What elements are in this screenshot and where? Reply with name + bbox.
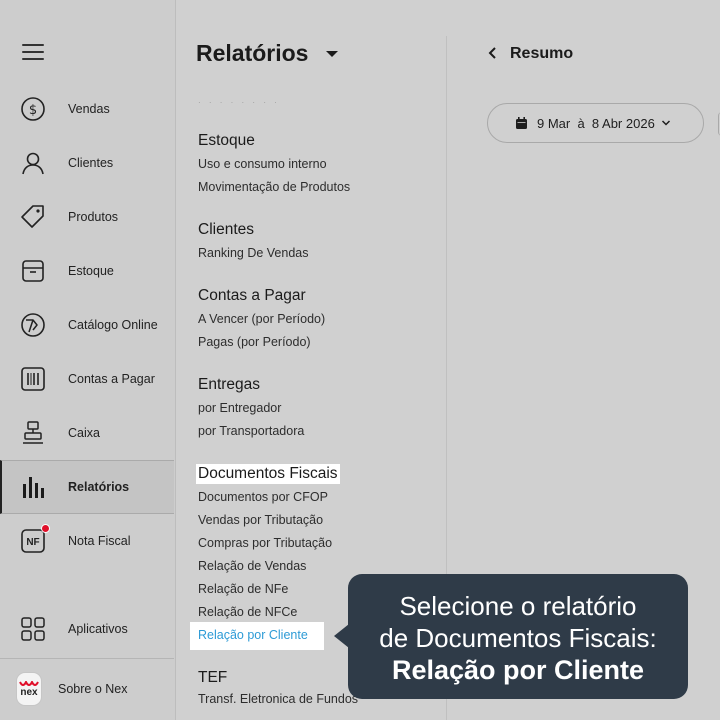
instruction-callout: Selecione o relatório de Documentos Fisc… (348, 574, 688, 699)
report-link[interactable]: Ranking De Vendas (198, 246, 309, 260)
sidebar-item-catalogo[interactable]: Catálogo Online (0, 298, 174, 352)
logo-wave-icon (19, 680, 39, 686)
sidebar-item-label: Vendas (68, 102, 110, 116)
sidebar-item-label: Produtos (68, 210, 119, 224)
sidebar-item-sobre[interactable]: nex Sobre o Nex (0, 662, 174, 716)
callout-line: de Documentos Fiscais: (379, 623, 657, 653)
sidebar-item-label: Caixa (68, 426, 100, 440)
sidebar-item-aplicativos[interactable]: Aplicativos (0, 602, 174, 656)
sidebar-item-label: Relatórios (68, 480, 130, 494)
date-range-text: 9 Mar à 8 Abr 2026 (537, 115, 655, 131)
bar-chart-icon (20, 474, 46, 500)
sidebar-item-label: Catálogo Online (68, 318, 158, 332)
tag-icon (20, 204, 46, 230)
section-title: TEF (198, 669, 228, 686)
report-link[interactable]: Movimentação de Produtos (198, 180, 350, 194)
calendar-icon (516, 116, 527, 129)
report-link[interactable]: Relação de NFe (198, 582, 288, 596)
faded-scroll-text: · · · · · · · · (198, 98, 280, 107)
report-link[interactable]: Relação de NFCe (198, 605, 297, 619)
cash-register-icon (20, 420, 46, 446)
sidebar-item-label: Sobre o Nex (58, 682, 128, 696)
sidebar-item-label: Aplicativos (68, 622, 128, 636)
barcode-icon (20, 366, 46, 392)
callout-line-bold: Relação por Cliente (391, 655, 645, 685)
sidebar-item-relatorios[interactable]: Relatórios (0, 460, 174, 514)
section-title-documentos-fiscais: Documentos Fiscais (196, 464, 340, 484)
report-link[interactable]: Documentos por CFOP (198, 490, 328, 504)
report-link[interactable]: por Transportadora (198, 424, 304, 438)
callout-pointer (334, 624, 349, 648)
sidebar-item-produtos[interactable]: Produtos (0, 190, 174, 244)
divider (0, 658, 174, 659)
caret-down-icon[interactable] (326, 51, 338, 57)
dollar-circle-icon: $ (20, 96, 46, 122)
report-link[interactable]: A Vencer (por Período) (198, 312, 325, 326)
report-link-relacao-por-cliente[interactable]: Relação por Cliente (190, 622, 324, 650)
back-title[interactable]: Resumo (510, 45, 573, 63)
nf-icon: NF (20, 524, 50, 554)
report-link[interactable]: Compras por Tributação (198, 536, 332, 550)
report-link[interactable]: Transf. Eletronica de Fundos (198, 692, 358, 706)
sidebar-item-clientes[interactable]: Clientes (0, 136, 174, 190)
report-link[interactable]: Relação de Vendas (198, 559, 306, 573)
user-icon (20, 150, 46, 176)
svg-text:NF: NF (26, 537, 39, 548)
section-title: Estoque (198, 132, 255, 149)
sidebar-item-nota-fiscal[interactable]: NF Nota Fiscal (0, 514, 174, 568)
chevron-left-icon[interactable] (488, 46, 498, 60)
sidebar-item-caixa[interactable]: Caixa (0, 406, 174, 460)
catalog-icon (20, 312, 46, 338)
sidebar-item-label: Estoque (68, 264, 114, 278)
box-icon (20, 258, 46, 284)
panel-title[interactable]: Relatórios (196, 40, 308, 67)
nex-logo: nex (16, 672, 42, 706)
chevron-down-icon (661, 120, 670, 126)
svg-text:$: $ (29, 103, 37, 118)
menu-icon[interactable] (22, 44, 44, 62)
sidebar-item-contas-a-pagar[interactable]: Contas a Pagar (0, 352, 174, 406)
report-link[interactable]: Pagas (por Período) (198, 335, 311, 349)
report-link[interactable]: Vendas por Tributação (198, 513, 323, 527)
sidebar-item-label: Contas a Pagar (68, 372, 155, 386)
date-range-picker[interactable]: 9 Mar à 8 Abr 2026 (487, 103, 704, 143)
sidebar-item-label: Clientes (68, 156, 114, 170)
section-title: Contas a Pagar (198, 287, 306, 304)
sidebar: $ Vendas Clientes Produtos Estoque Catál… (0, 0, 176, 720)
callout-line: Selecione o relatório (399, 591, 637, 621)
notification-badge (41, 524, 50, 533)
apps-grid-icon (20, 616, 46, 642)
logo-text: nex (20, 686, 38, 698)
sidebar-item-vendas[interactable]: $ Vendas (0, 82, 174, 136)
sidebar-item-estoque[interactable]: Estoque (0, 244, 174, 298)
report-link[interactable]: por Entregador (198, 401, 281, 415)
section-title: Entregas (198, 376, 261, 393)
report-link[interactable]: Uso e consumo interno (198, 157, 327, 171)
sidebar-item-label: Nota Fiscal (68, 534, 131, 548)
section-title: Clientes (198, 221, 254, 238)
